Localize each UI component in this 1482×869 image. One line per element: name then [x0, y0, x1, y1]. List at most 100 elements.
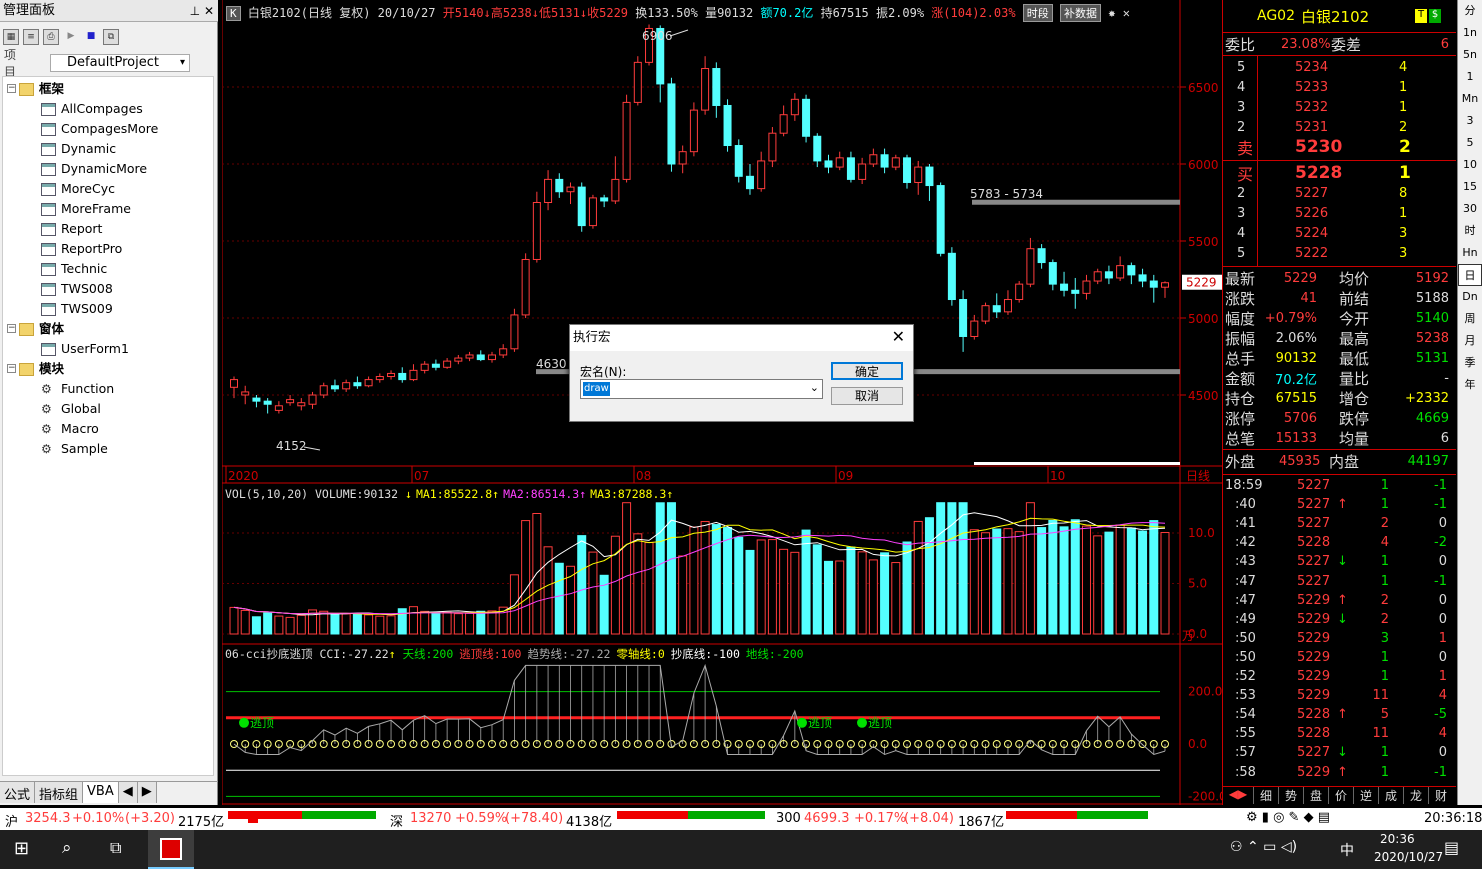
period-button-12[interactable]: 日 — [1458, 264, 1482, 286]
tab-formula[interactable]: 公式 — [0, 782, 36, 803]
orderbook-row[interactable]: 卖 5230 2 — [1225, 137, 1453, 158]
sign-icon[interactable]: $ — [1429, 9, 1441, 23]
t-icon[interactable]: T — [1415, 9, 1427, 23]
app-taskbar-button[interactable] — [148, 830, 194, 869]
period-button-14[interactable]: 周 — [1458, 308, 1482, 330]
search-icon[interactable]: ⌕ — [62, 838, 72, 858]
orderbook-row[interactable]: 3 5232 1 — [1225, 97, 1453, 117]
tray-icons[interactable]: ⚇ ⌃ ▭ ◁) — [1230, 839, 1297, 855]
list-icon[interactable]: ≡ — [23, 29, 39, 45]
tree-item-reportpro[interactable]: ReportPro — [41, 239, 122, 259]
quote-tab-7[interactable]: 财 — [1428, 787, 1453, 804]
period-button-5[interactable]: 3 — [1458, 110, 1482, 132]
grid-icon[interactable]: ▦ — [3, 29, 19, 45]
macro-name-input[interactable]: draw — [583, 382, 610, 396]
tab-scroll-icon[interactable]: ◀▶ — [1223, 787, 1253, 804]
tree-item-userform1[interactable]: UserForm1 — [41, 339, 129, 359]
quote-tab-1[interactable]: 势 — [1278, 787, 1303, 804]
date-axis-label: 2020 — [228, 469, 259, 483]
notification-icon[interactable]: ▤ — [1444, 838, 1459, 857]
cci-legend-head: 06-cci抄底逃顶 CCI:-27.22 — [225, 647, 389, 661]
period-button-4[interactable]: Mn — [1458, 88, 1482, 110]
task-view-icon[interactable]: ⧉ — [110, 838, 121, 858]
tree-item-moreframe[interactable]: MoreFrame — [41, 199, 131, 219]
tree-item-tws008[interactable]: TWS008 — [41, 279, 113, 299]
collapse-toggle[interactable]: − — [7, 84, 16, 93]
period-button-15[interactable]: 月 — [1458, 330, 1482, 352]
quote-tab-3[interactable]: 价 — [1328, 787, 1353, 804]
quote-tab-4[interactable]: 逆 — [1353, 787, 1378, 804]
ime-indicator[interactable]: 中 — [1340, 840, 1354, 860]
period-button-9[interactable]: 30 — [1458, 198, 1482, 220]
project-select[interactable]: DefaultProject — [50, 54, 190, 72]
quote-tab-6[interactable]: 龙 — [1403, 787, 1428, 804]
orderbook-row[interactable]: 3 5226 1 — [1225, 203, 1453, 223]
tab-scroll-left[interactable]: ◀ — [118, 782, 138, 803]
tree-item-technic[interactable]: Technic — [41, 259, 107, 279]
status-tool-icons[interactable]: ⚙ ▮ ◎ ✎ ◆ ▤ — [1246, 810, 1330, 825]
tree-item-global[interactable]: ⚙ Global — [41, 399, 101, 419]
period-button-3[interactable]: 1 — [1458, 66, 1482, 88]
cross-icon[interactable]: ✕ — [1123, 6, 1130, 20]
period-button-1[interactable]: 1n — [1458, 22, 1482, 44]
tree-item-allcompages[interactable]: AllCompages — [41, 99, 143, 119]
orderbook-row[interactable]: 5 5234 4 — [1225, 57, 1453, 77]
period-button-10[interactable]: 时 — [1458, 220, 1482, 242]
orderbook-row[interactable]: 2 5231 2 — [1225, 117, 1453, 137]
windows-start-icon[interactable]: ⊞ — [14, 838, 29, 859]
tree-item-dynamic[interactable]: Dynamic — [41, 139, 116, 159]
supplement-data-button[interactable]: 补数据 — [1060, 4, 1102, 22]
period-button-8[interactable]: 15 — [1458, 176, 1482, 198]
period-button-16[interactable]: 季 — [1458, 352, 1482, 374]
ok-button[interactable]: 确定 — [831, 362, 903, 380]
volume: 2 — [1399, 119, 1408, 135]
orderbook-row[interactable]: 2 5227 8 — [1225, 183, 1453, 203]
period-button-13[interactable]: Dn — [1458, 286, 1482, 308]
tab-vba[interactable]: VBA — [83, 782, 119, 803]
quote-tab-2[interactable]: 盘 — [1303, 787, 1328, 804]
orderbook-row[interactable]: 4 5224 3 — [1225, 223, 1453, 243]
cancel-button[interactable]: 取消 — [831, 387, 903, 405]
tree-item--[interactable]: 框架 — [19, 79, 64, 99]
orderbook-row[interactable]: 5 5222 3 — [1225, 243, 1453, 263]
period-button-11[interactable]: Hn — [1458, 242, 1482, 264]
close-icon[interactable]: ✕ — [204, 4, 214, 18]
period-button-17[interactable]: 年 — [1458, 374, 1482, 396]
tree-item--[interactable]: 窗体 — [19, 319, 64, 339]
period-button[interactable]: 时段 — [1022, 4, 1053, 22]
tree-item-macro[interactable]: ⚙ Macro — [41, 419, 99, 439]
taskbar-date[interactable]: 2020/10/27 — [1374, 850, 1443, 864]
close-icon[interactable]: ✕ — [892, 325, 905, 349]
period-button-6[interactable]: 5 — [1458, 132, 1482, 154]
collapse-toggle[interactable]: − — [7, 324, 16, 333]
collapse-toggle[interactable]: − — [7, 364, 16, 373]
print-icon[interactable]: ⎙ — [43, 29, 59, 45]
tab-indicator-group[interactable]: 指标组 — [35, 782, 84, 803]
stop-icon[interactable]: ■ — [83, 29, 99, 45]
k-button[interactable]: K — [226, 6, 241, 21]
orderbook-row[interactable]: 买 5228 1 — [1225, 163, 1453, 184]
run-icon[interactable]: ▶ — [63, 29, 79, 45]
tree-item-dynamicmore[interactable]: DynamicMore — [41, 159, 147, 179]
period-button-7[interactable]: 10 — [1458, 154, 1482, 176]
tree-item-tws009[interactable]: TWS009 — [41, 299, 113, 319]
quote-tab-0[interactable]: 细 — [1253, 787, 1278, 804]
tree-item-report[interactable]: Report — [41, 219, 102, 239]
tree-item-function[interactable]: ⚙ Function — [41, 379, 114, 399]
quote-tab-5[interactable]: 成 — [1378, 787, 1403, 804]
taskbar-time[interactable]: 20:36 — [1380, 832, 1415, 846]
tree-item-compagesmore[interactable]: CompagesMore — [41, 119, 158, 139]
orderbook-row[interactable]: 4 5233 1 — [1225, 77, 1453, 97]
tree-item--[interactable]: 模块 — [19, 359, 64, 379]
macro-name-combo[interactable]: draw ⌄ — [580, 379, 823, 399]
settings-icon[interactable]: ✸ — [1108, 6, 1115, 20]
tree-item-morecyc[interactable]: MoreCyc — [41, 179, 115, 199]
chevron-down-icon[interactable]: ⌄ — [810, 381, 819, 394]
period-button-0[interactable]: 分 — [1458, 0, 1482, 22]
stat-label: 持仓 — [1225, 389, 1256, 408]
pin-icon[interactable]: ᅟ⊥ — [179, 4, 201, 18]
tab-scroll-right[interactable]: ▶ — [137, 782, 157, 803]
period-button-2[interactable]: 5n — [1458, 44, 1482, 66]
macro-icon[interactable]: ⧉ — [103, 29, 119, 45]
tree-item-sample[interactable]: ⚙ Sample — [41, 439, 108, 459]
